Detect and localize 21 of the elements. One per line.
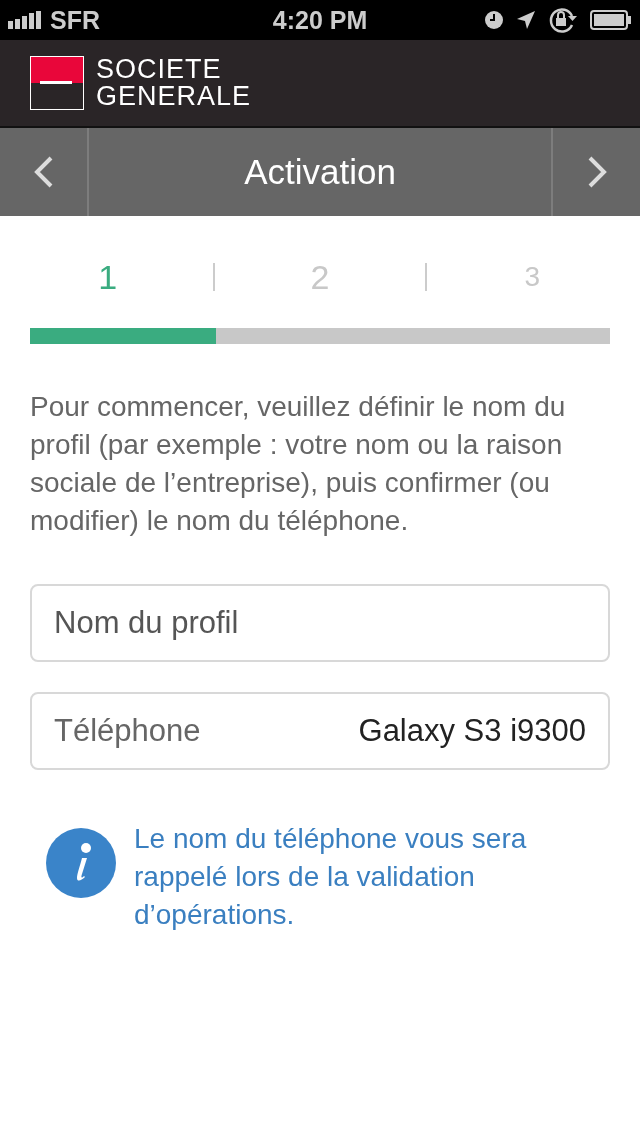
rotation-lock-icon (548, 7, 578, 33)
battery-icon (590, 10, 632, 30)
clock-icon (484, 10, 504, 30)
clock: 4:20 PM (272, 5, 368, 35)
chevron-left-icon (33, 156, 54, 188)
profile-name-field[interactable]: Nom du profil (30, 584, 610, 662)
logo-icon (30, 56, 84, 110)
info-text: Le nom du téléphone vous sera rappelé lors de la validation d’opérations. (134, 822, 528, 932)
info-icon (46, 828, 116, 898)
signal-icon (8, 11, 44, 29)
field-label: Téléphone (54, 713, 201, 749)
step-number: 1 (97, 257, 119, 297)
nav-title: Activation (243, 151, 397, 193)
phone-field[interactable]: Téléphone Galaxy S3 i9300 (30, 692, 610, 770)
brand-name: SOCIETE (96, 56, 223, 83)
brand-name: GENERALE (96, 83, 252, 110)
chevron-right-icon (586, 156, 607, 188)
carrier: SFR (50, 5, 100, 35)
field-value: Galaxy S3 i9300 (358, 713, 586, 749)
instructions: Pour commencer, veuillez définir le nom du profil (par exemple : votre nom ou la raison sociale de l’entreprise), puis confirmer (ou modifier) le nom du téléphone. (30, 390, 567, 538)
location-icon (516, 10, 536, 30)
